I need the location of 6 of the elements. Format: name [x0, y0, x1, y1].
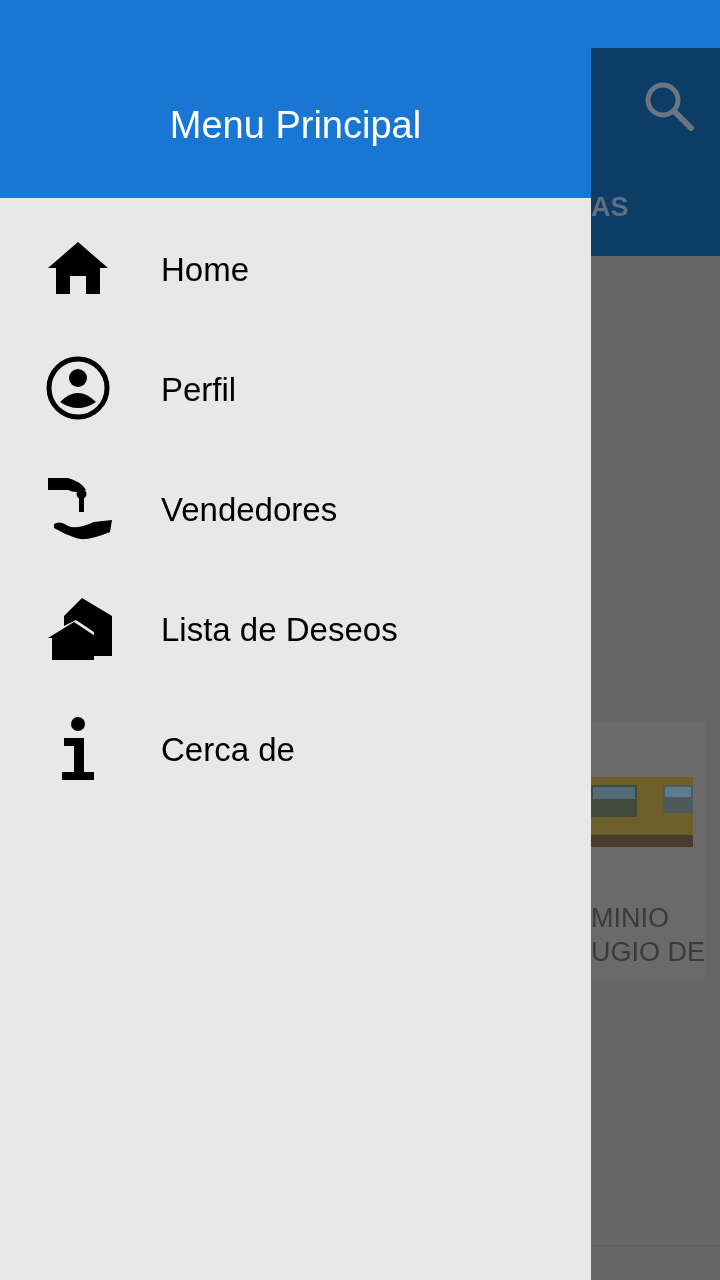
menu-item[interactable]: Lista de Deseos [0, 570, 591, 690]
menu-item[interactable]: Perfil [0, 330, 591, 450]
menu-item[interactable]: Vendedores [0, 450, 591, 570]
menu-item[interactable]: Home [0, 210, 591, 330]
drawer-title: Menu Principal [169, 103, 422, 147]
menu-item[interactable]: Cerca de [0, 690, 591, 810]
